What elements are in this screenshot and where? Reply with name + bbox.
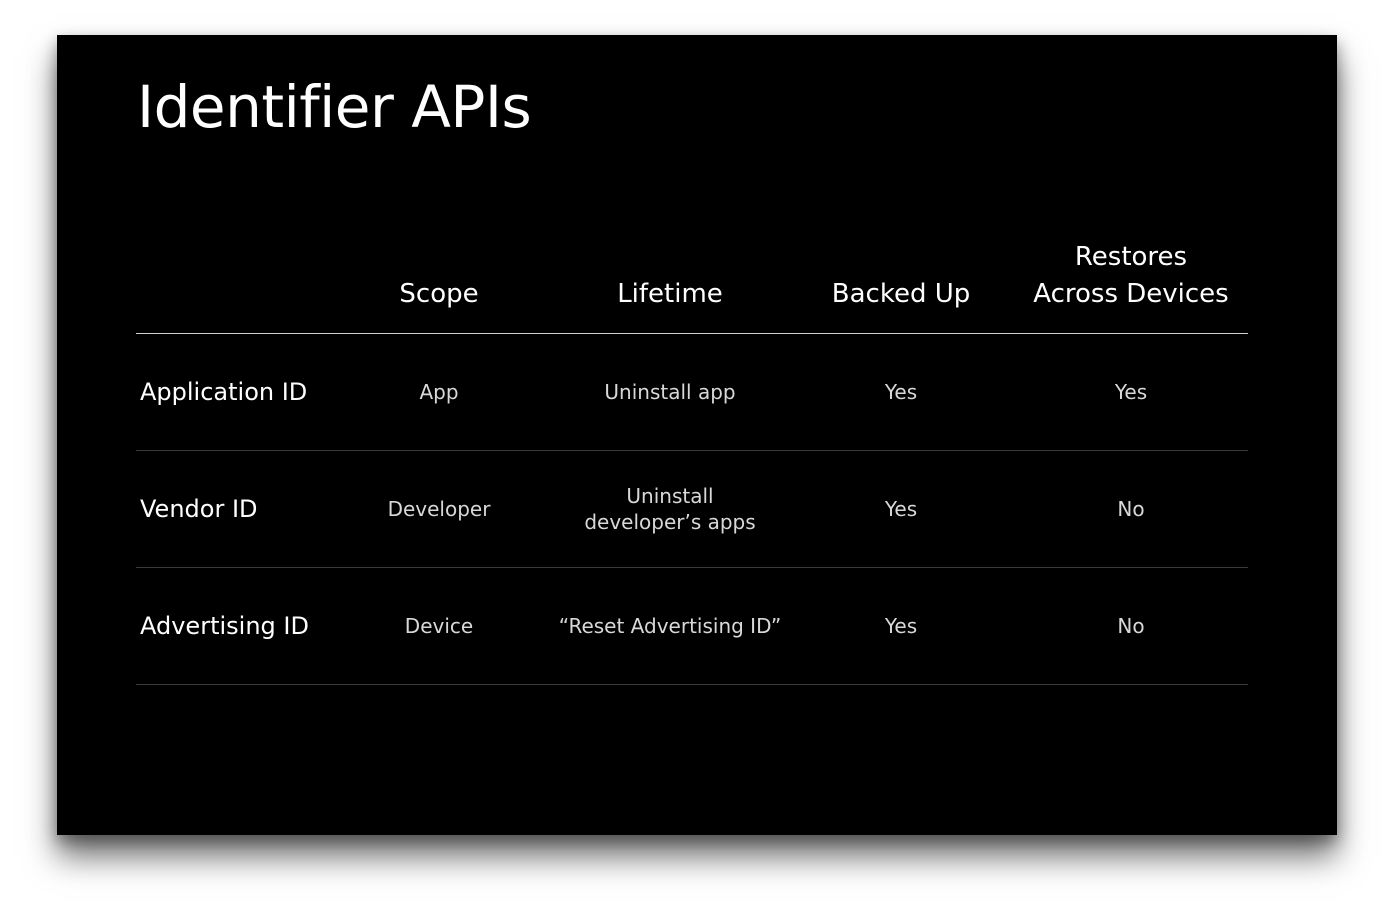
row-name: Application ID: [140, 378, 308, 406]
row-scope: Developer: [387, 497, 491, 521]
page: Identifier APIs Scope Lifetime Backed Up…: [0, 0, 1394, 914]
slide-title: Identifier APIs: [137, 73, 532, 141]
row-backed-up: Yes: [884, 497, 918, 521]
row-backed-up: Yes: [884, 380, 918, 404]
header-restores-across-devices: Restores Across Devices: [1033, 242, 1229, 309]
row-name: Advertising ID: [140, 612, 309, 640]
table-row: Application ID App Uninstall app Yes Yes: [136, 334, 1248, 451]
table-header-row: Scope Lifetime Backed Up Restores Across…: [136, 235, 1248, 334]
row-lifetime: “Reset Advertising ID”: [558, 614, 782, 638]
header-lifetime: Lifetime: [617, 279, 723, 309]
table-row: Vendor ID Developer Uninstall developer’…: [136, 451, 1248, 568]
slide: Identifier APIs Scope Lifetime Backed Up…: [57, 35, 1337, 835]
header-scope: Scope: [399, 279, 479, 309]
row-restores: No: [1117, 497, 1145, 521]
row-restores: No: [1117, 614, 1145, 638]
row-restores: Yes: [1114, 380, 1148, 404]
table-row: Advertising ID Device “Reset Advertising…: [136, 568, 1248, 685]
row-name: Vendor ID: [140, 495, 258, 523]
row-scope: App: [419, 380, 459, 404]
row-backed-up: Yes: [884, 614, 918, 638]
header-backed-up: Backed Up: [831, 279, 971, 309]
row-scope: Device: [404, 614, 474, 638]
identifier-table: Scope Lifetime Backed Up Restores Across…: [136, 235, 1248, 685]
row-lifetime: Uninstall developer’s apps: [584, 484, 756, 534]
row-lifetime: Uninstall app: [604, 380, 736, 404]
